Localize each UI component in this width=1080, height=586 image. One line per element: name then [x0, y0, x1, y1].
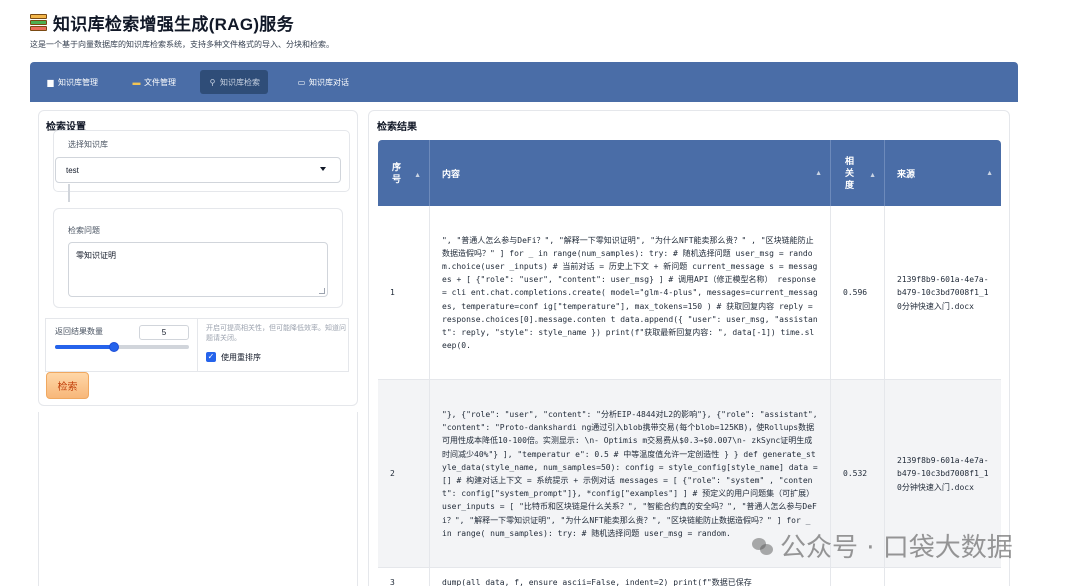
- tab-label: 知识库管理: [58, 77, 98, 87]
- sort-icon[interactable]: ▲: [986, 170, 993, 177]
- column-header-source[interactable]: 来源 ▲: [885, 140, 1001, 206]
- rerank-label: 使用重排序: [221, 353, 261, 362]
- tab-label: 文件管理: [144, 77, 176, 87]
- cell-source: 2139f8b9-601a-4e7a-b479-10c3bd7008f1_10分…: [897, 275, 989, 311]
- cell-score: 0.596: [831, 206, 885, 380]
- cell-score: [831, 568, 885, 586]
- cell-source: [885, 568, 1001, 586]
- slider-fill: [55, 345, 114, 349]
- chat-icon: ▭: [297, 77, 306, 87]
- column-header-index[interactable]: 序号 ▲: [378, 140, 430, 206]
- sort-icon[interactable]: ▲: [869, 170, 876, 182]
- table-row[interactable]: 3 dump(all_data, f, ensure_ascii=False, …: [378, 568, 1001, 586]
- column-label: 相关度: [845, 156, 855, 190]
- rerank-hint: 开启可提高相关性，但可能降低效率。知道问题请关闭。: [206, 325, 346, 342]
- table-header: 序号 ▲ 内容 ▲ 相关度 ▲ 来源 ▲: [378, 140, 1001, 206]
- tab-kb-chat[interactable]: ▭ 知识库对话: [289, 70, 357, 94]
- watermark: 公众号 · 口袋大数据: [752, 527, 1013, 564]
- kb-select-value: test: [66, 165, 79, 175]
- column-label: 内容: [442, 168, 461, 179]
- question-textarea[interactable]: 零知识证明: [68, 242, 328, 297]
- question-label: 检索问题: [68, 226, 100, 235]
- cell-content: ", "普通人怎么参与DeFi？", "解释一下零知识证明", "为什么NFT能…: [430, 206, 831, 380]
- kb-select-label: 选择知识库: [68, 140, 108, 149]
- column-header-content[interactable]: 内容 ▲: [430, 140, 831, 206]
- slider-thumb[interactable]: [108, 342, 119, 352]
- cell-content: dump(all_data, f, ensure_ascii=False, in…: [430, 568, 831, 586]
- divider: [68, 184, 70, 202]
- tab-kb-management[interactable]: ▆ 知识库管理: [38, 70, 106, 94]
- database-icon: ▆: [47, 77, 54, 87]
- result-count-input[interactable]: 5: [139, 325, 189, 340]
- cell-index: 3: [378, 568, 430, 586]
- tab-label: 知识库对话: [309, 77, 349, 87]
- tab-file-management[interactable]: ▬ 文件管理: [124, 70, 184, 94]
- page-subtitle: 这是一个基于向量数据库的知识库检索系统，支持多种文件格式的导入、分块和检索。: [30, 40, 334, 49]
- tab-kb-search[interactable]: ⚲ 知识库检索: [200, 70, 268, 94]
- results-heading: 检索结果: [377, 122, 417, 133]
- resize-handle-icon[interactable]: [319, 288, 325, 294]
- rerank-checkbox[interactable]: ✓: [206, 352, 216, 362]
- column-header-score[interactable]: 相关度 ▲: [831, 140, 885, 206]
- cell-index: 1: [378, 206, 430, 380]
- table-row[interactable]: 1 ", "普通人怎么参与DeFi？", "解释一下零知识证明", "为什么NF…: [378, 206, 1001, 380]
- wechat-icon: [752, 536, 774, 556]
- result-count-slider[interactable]: [55, 342, 189, 352]
- cell-index: 2: [378, 380, 430, 568]
- app-header: 知识库检索增强生成(RAG)服务: [30, 10, 294, 35]
- magnifier-icon: ⚲: [209, 77, 216, 87]
- search-settings-panel-extension: [38, 412, 358, 586]
- watermark-text: 公众号 · 口袋大数据: [780, 533, 1013, 563]
- page-title: 知识库检索增强生成(RAG)服务: [53, 15, 294, 34]
- result-count-label: 返回结果数量: [55, 327, 103, 336]
- search-button[interactable]: 检索: [46, 372, 89, 399]
- books-icon: [30, 14, 47, 31]
- chevron-down-icon: [320, 167, 326, 171]
- kb-select-dropdown[interactable]: test: [55, 157, 341, 183]
- tab-bar: ▆ 知识库管理 ▬ 文件管理 ⚲ 知识库检索 ▭ 知识库对话: [30, 62, 1018, 102]
- sort-icon[interactable]: ▲: [815, 170, 822, 177]
- column-label: 来源: [897, 168, 916, 179]
- sort-icon[interactable]: ▲: [414, 170, 421, 182]
- question-value: 零知识证明: [76, 251, 116, 260]
- folder-icon: ▬: [132, 77, 141, 87]
- tab-label: 知识库检索: [220, 77, 260, 87]
- column-label: 序号: [392, 162, 402, 184]
